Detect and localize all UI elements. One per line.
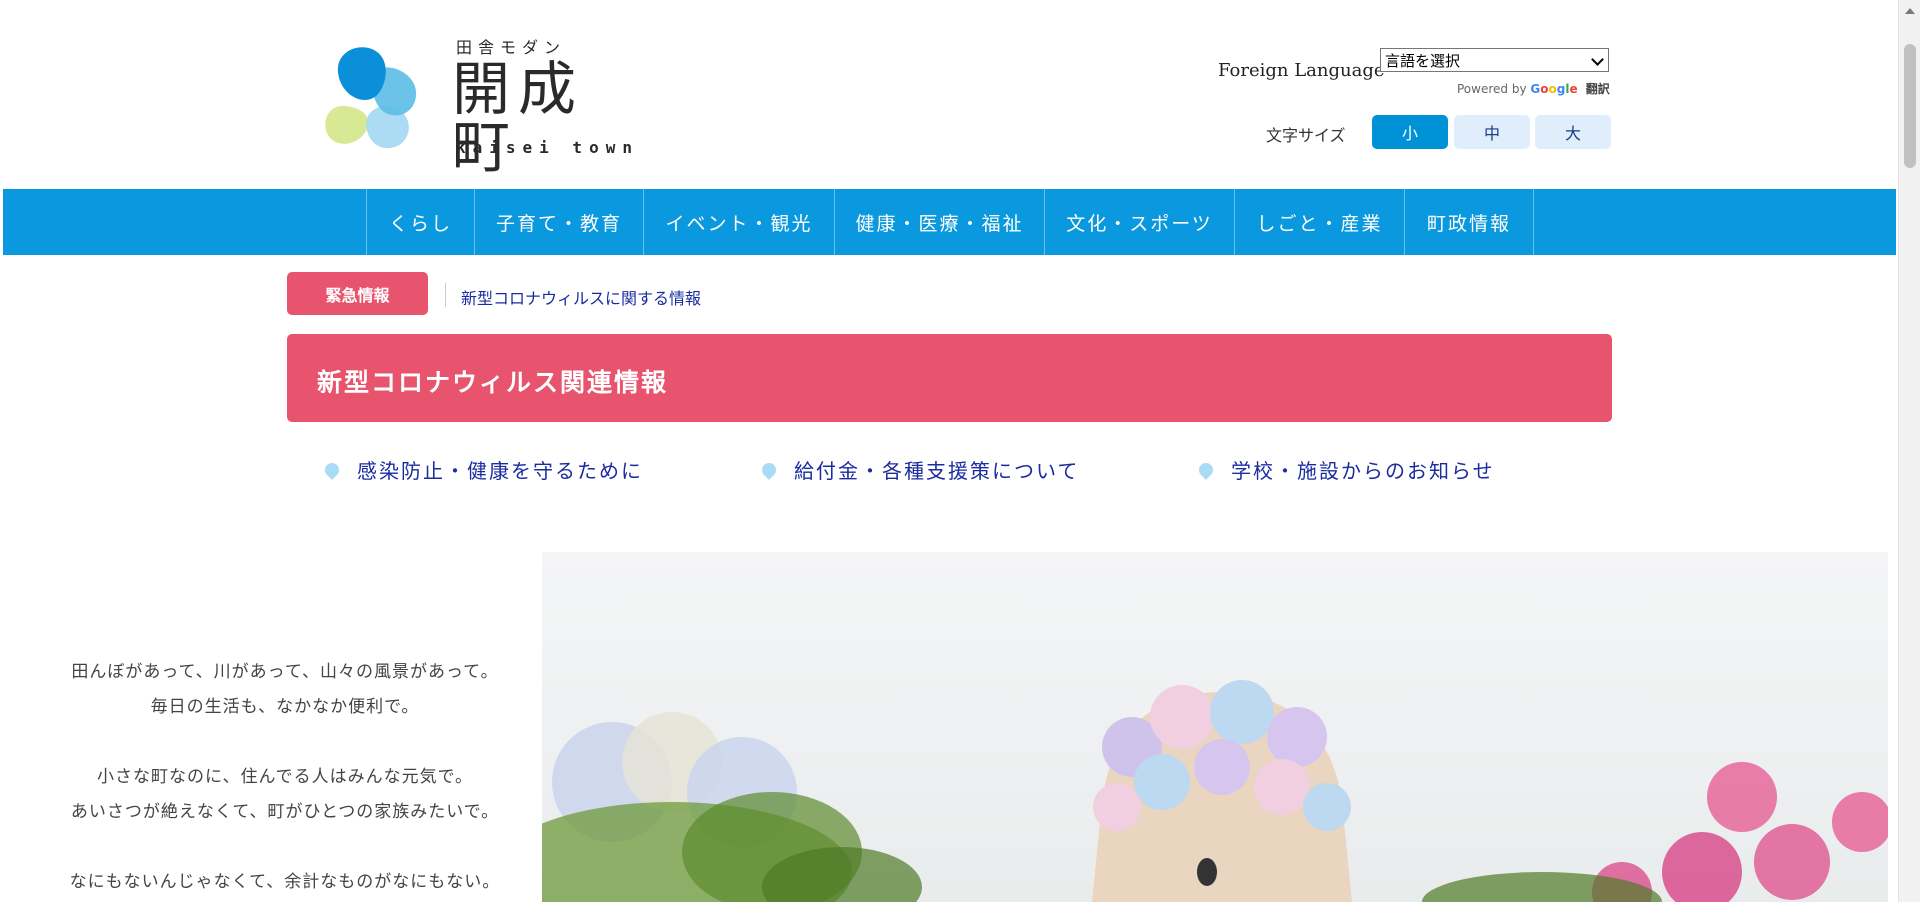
hero-line: なにもないんじゃなくて、余計なものがなにもない。 xyxy=(69,872,501,892)
hero-line: 毎日の生活も、なかなか便利で。 xyxy=(150,697,420,717)
hero-line: 小さな町なのに、住んでる人はみんな元気で。 xyxy=(97,767,473,787)
logo-name: 開成町 xyxy=(452,55,585,181)
hero-line: 田んぼがあって、川があって、山々の風景があって。 xyxy=(71,662,499,682)
font-size-medium-button[interactable]: 中 xyxy=(1454,115,1530,149)
scroll-up-arrow-icon[interactable] xyxy=(1905,8,1915,14)
covid-banner: 新型コロナウィルス関連情報 xyxy=(287,334,1612,422)
drop-bullet-icon xyxy=(1196,459,1216,480)
powered-by-google[interactable]: Powered by Google 翻訳 xyxy=(1457,80,1610,97)
covid-link-prevention[interactable]: 感染防止・健康を守るために xyxy=(322,455,643,484)
site-logo[interactable]: 田舎モダン 開成町 kaisei town xyxy=(318,34,648,176)
nav-item-kosodate[interactable]: 子育て・教育 xyxy=(475,189,644,255)
covid-banner-title: 新型コロナウィルス関連情報 xyxy=(317,368,669,397)
foreign-language-label: Foreign Language xyxy=(1218,60,1385,81)
drop-bullet-icon xyxy=(322,459,342,480)
hero-intro-text: 田んぼがあって、川があって、山々の風景があって。 毎日の生活も、なかなか便利で。… xyxy=(50,655,520,902)
hero-paragraph: 小さな町なのに、住んでる人はみんな元気で。 あいさつが絶えなくて、町がひとつの家… xyxy=(50,760,520,830)
global-nav-items: くらし 子育て・教育 イベント・観光 健康・医療・福祉 文化・スポーツ しごと・… xyxy=(366,189,1534,255)
powered-by-text: Powered by xyxy=(1457,82,1527,96)
nav-item-bunka[interactable]: 文化・スポーツ xyxy=(1045,189,1235,255)
covid-link-label: 感染防止・健康を守るために xyxy=(357,459,643,483)
logo-petals-icon xyxy=(325,47,417,149)
global-nav: くらし 子育て・教育 イベント・観光 健康・医療・福祉 文化・スポーツ しごと・… xyxy=(3,189,1896,255)
language-select-value: 言語を選択 xyxy=(1385,52,1461,70)
nav-item-kenko[interactable]: 健康・医療・福祉 xyxy=(835,189,1045,255)
covid-link-schools[interactable]: 学校・施設からのお知らせ xyxy=(1196,455,1495,484)
nav-item-chosei[interactable]: 町政情報 xyxy=(1405,189,1534,255)
hero-photo-hydrangea-mascot xyxy=(542,552,1888,902)
page: 田舎モダン 開成町 kaisei town Foreign Language 言… xyxy=(0,0,1898,902)
translate-link[interactable]: 翻訳 xyxy=(1586,82,1610,96)
hero-paragraph: なにもないんじゃなくて、余計なものがなにもない。 xyxy=(50,865,520,900)
emergency-covid-link[interactable]: 新型コロナウィルスに関する情報 xyxy=(461,285,701,309)
google-logo: Google xyxy=(1530,82,1578,96)
nav-item-event[interactable]: イベント・観光 xyxy=(644,189,835,255)
covid-link-label: 給付金・各種支援策について xyxy=(794,459,1080,483)
nav-item-shigoto[interactable]: しごと・産業 xyxy=(1235,189,1405,255)
covid-links: 感染防止・健康を守るために 給付金・各種支援策について 学校・施設からのお知らせ xyxy=(322,455,1585,485)
hero-paragraph: 田んぼがあって、川があって、山々の風景があって。 毎日の生活も、なかなか便利で。 xyxy=(50,655,520,725)
language-select[interactable]: 言語を選択 xyxy=(1380,48,1609,72)
logo-roman: kaisei town xyxy=(456,138,639,157)
scrollbar-thumb[interactable] xyxy=(1904,44,1916,168)
divider xyxy=(445,283,446,307)
font-size-small-button[interactable]: 小 xyxy=(1372,115,1448,149)
page-scrollbar[interactable] xyxy=(1898,0,1920,902)
emergency-info-button[interactable]: 緊急情報 xyxy=(287,272,428,315)
chevron-down-icon xyxy=(1591,53,1604,66)
font-size-large-button[interactable]: 大 xyxy=(1535,115,1611,149)
hero-line: あいさつが絶えなくて、町がひとつの家族みたいで。 xyxy=(70,802,500,822)
font-size-label: 文字サイズ xyxy=(1266,126,1346,145)
drop-bullet-icon xyxy=(759,459,779,480)
nav-item-kurashi[interactable]: くらし xyxy=(367,189,475,255)
covid-link-benefits[interactable]: 給付金・各種支援策について xyxy=(759,455,1080,484)
covid-link-label: 学校・施設からのお知らせ xyxy=(1231,459,1495,483)
